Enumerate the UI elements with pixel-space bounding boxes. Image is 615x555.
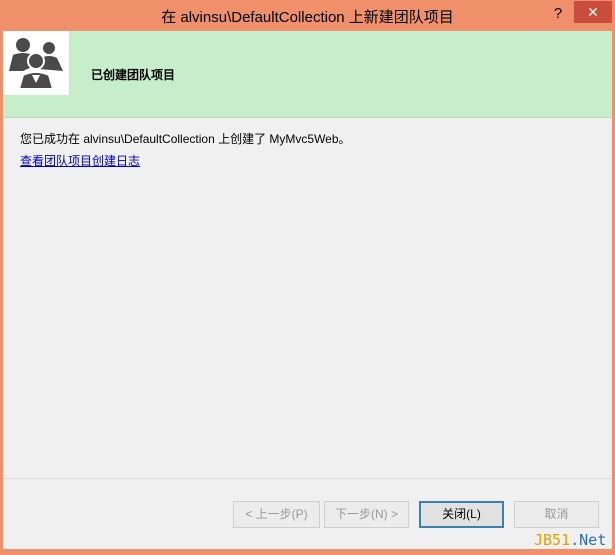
- watermark-brand: JB51: [534, 531, 571, 549]
- cancel-button[interactable]: 取消: [514, 501, 599, 528]
- view-creation-log-link[interactable]: 查看团队项目创建日志: [20, 152, 140, 169]
- team-icon: [3, 31, 69, 95]
- footer-divider: [3, 478, 612, 479]
- close-window-button[interactable]: ✕: [574, 1, 612, 23]
- window-title: 在 alvinsu\DefaultCollection 上新建团队项目: [161, 9, 454, 26]
- header-banner: 已创建团队项目: [3, 31, 612, 117]
- title-bar[interactable]: 在 alvinsu\DefaultCollection 上新建团队项目 ? ✕: [0, 0, 615, 31]
- wizard-window: 在 alvinsu\DefaultCollection 上新建团队项目 ? ✕: [0, 0, 615, 555]
- dialog-body: 已创建团队项目 您已成功在 alvinsu\DefaultCollection …: [3, 31, 612, 549]
- banner-title: 已创建团队项目: [91, 68, 176, 82]
- next-button[interactable]: 下一步(N) >: [324, 501, 409, 528]
- banner-divider: [3, 117, 612, 118]
- close-button[interactable]: 关闭(L): [419, 501, 504, 528]
- watermark-suffix: .Net: [570, 531, 607, 549]
- success-message: 您已成功在 alvinsu\DefaultCollection 上创建了 MyM…: [20, 132, 351, 146]
- help-button[interactable]: ?: [546, 3, 570, 25]
- site-watermark: JB51.Net: [534, 531, 606, 549]
- previous-button[interactable]: < 上一步(P): [233, 501, 320, 528]
